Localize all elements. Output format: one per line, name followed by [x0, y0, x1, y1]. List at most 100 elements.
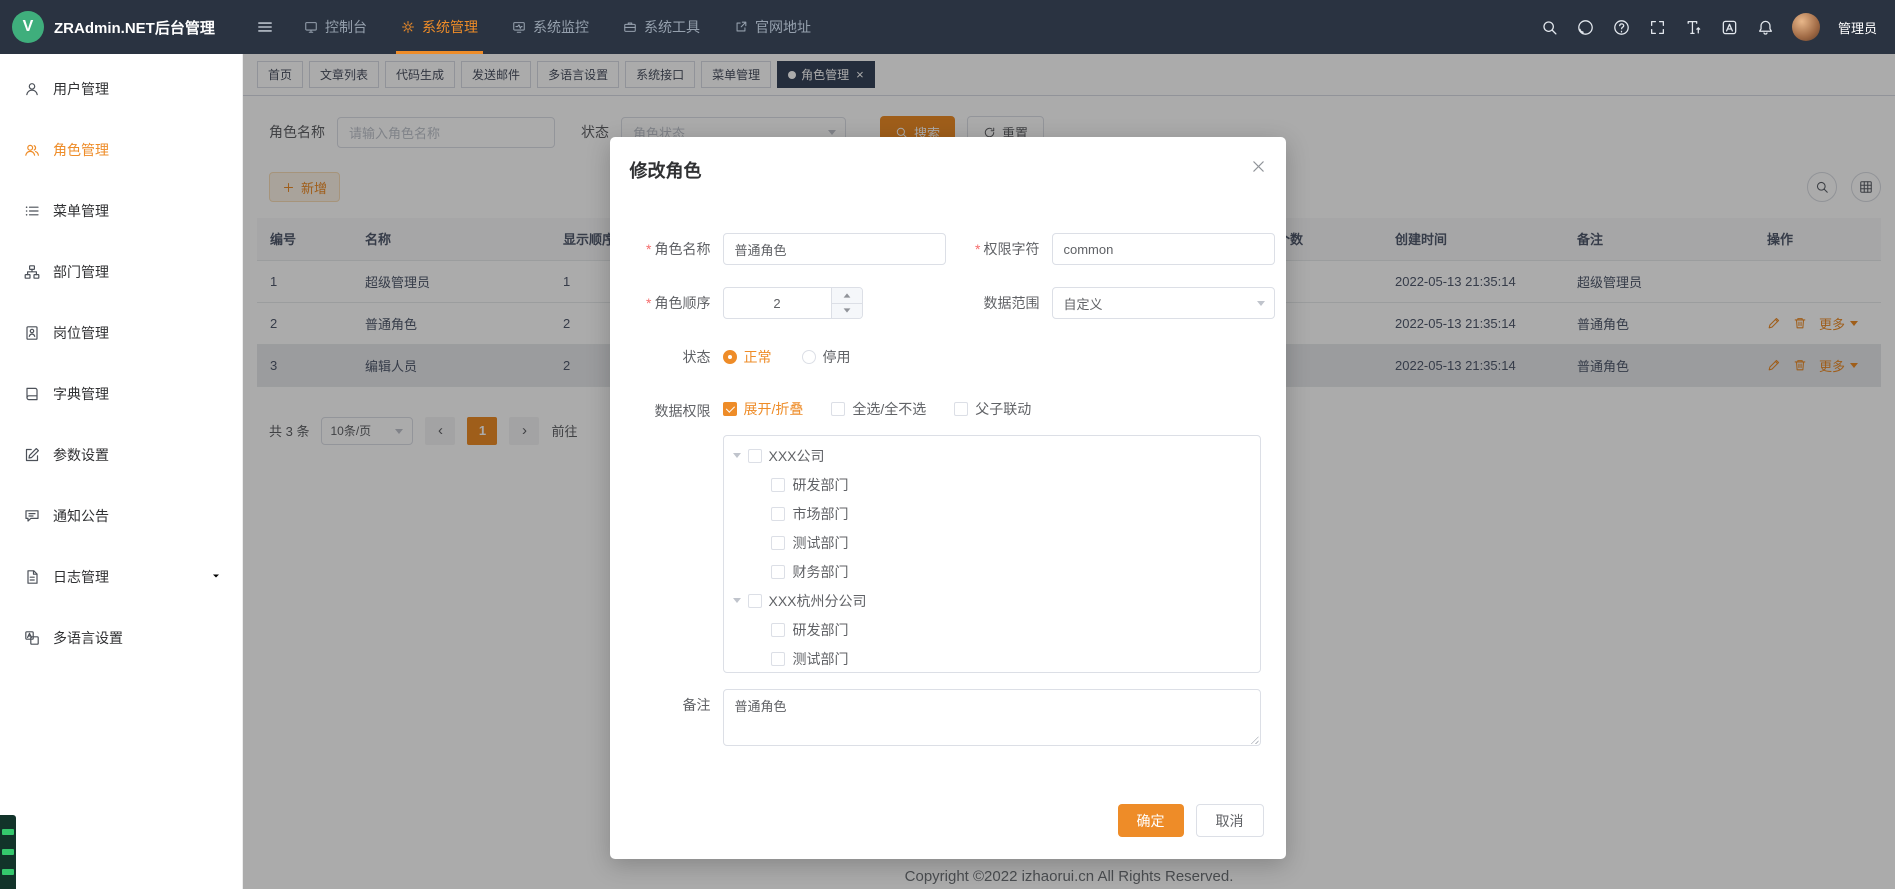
data-perm-label: 数据权限 — [610, 395, 723, 427]
sidebar-item-4[interactable]: 岗位管理 — [0, 302, 242, 363]
status-radio-group: 正常 停用 — [723, 341, 851, 373]
fullscreen-icon[interactable] — [1649, 19, 1666, 36]
external-link-icon — [734, 20, 748, 34]
data-scope-label: 数据范围 — [948, 287, 1052, 319]
bell-icon[interactable] — [1757, 19, 1774, 36]
corner-widget — [0, 815, 16, 889]
stepper-down-button[interactable] — [832, 304, 862, 319]
sidebar-item-5[interactable]: 字典管理 — [0, 363, 242, 424]
chevron-down-icon — [210, 569, 222, 585]
tree-node-child[interactable]: 研发部门 — [724, 470, 1260, 499]
data-scope-select[interactable]: 自定义 — [1052, 287, 1275, 319]
remark-textarea[interactable]: 普通角色 — [723, 689, 1261, 746]
tree-node[interactable]: XXX公司 — [724, 441, 1260, 470]
tree-node-child[interactable]: 财务部门 — [724, 557, 1260, 586]
checkbox-icon — [831, 402, 845, 416]
sidebar-item-8[interactable]: 日志管理 — [0, 546, 242, 607]
avatar[interactable] — [1792, 13, 1820, 41]
remark-label: 备注 — [610, 689, 723, 746]
stepper-controls — [831, 288, 862, 318]
tree-node-child[interactable]: 测试部门 — [724, 644, 1260, 673]
sidebar-item-7[interactable]: 通知公告 — [0, 485, 242, 546]
dialog-role-name-input[interactable]: 普通角色 — [723, 233, 946, 265]
edit-role-dialog: 修改角色 *角色名称 普通角色 *权限字符 common *角色顺序 2 — [610, 137, 1286, 859]
cancel-button[interactable]: 取消 — [1196, 804, 1264, 837]
radio-icon — [723, 350, 737, 364]
nav-item-1[interactable]: 系统管理 — [384, 0, 495, 54]
sidebar-item-1[interactable]: 角色管理 — [0, 119, 242, 180]
font-size-icon[interactable] — [1685, 19, 1702, 36]
user-name[interactable]: 管理员 — [1838, 18, 1877, 37]
tree-node-child[interactable]: 测试部门 — [724, 528, 1260, 557]
dialog-close-icon[interactable] — [1251, 159, 1266, 174]
data-perm-options: 展开/折叠 全选/全不选 父子联动 — [723, 395, 1032, 423]
dialog-header: 修改角色 — [610, 137, 1286, 183]
dept-tree: XXX公司研发部门市场部门测试部门财务部门XXX杭州分公司研发部门测试部门 — [723, 435, 1261, 673]
stepper-up-button[interactable] — [832, 288, 862, 304]
checkbox-icon[interactable] — [748, 449, 762, 463]
checkbox-icon[interactable] — [771, 507, 785, 521]
tree-node[interactable]: XXX杭州分公司 — [724, 586, 1260, 615]
sidebar-toggle-button[interactable] — [243, 0, 287, 54]
nav-item-4[interactable]: 官网地址 — [717, 0, 828, 54]
hamburger-icon — [256, 18, 274, 36]
translate-icon — [24, 630, 40, 646]
checkbox-icon — [723, 402, 737, 416]
role-order-stepper[interactable]: 2 — [723, 287, 863, 319]
sidebar-item-3[interactable]: 部门管理 — [0, 241, 242, 302]
caret-down-icon[interactable] — [733, 598, 741, 603]
sidebar-item-9[interactable]: 多语言设置 — [0, 607, 242, 668]
app-title: ZRAdmin.NET后台管理 — [54, 17, 215, 38]
chat-icon — [24, 508, 40, 524]
chevron-down-icon — [1257, 301, 1265, 306]
monitor-icon — [304, 20, 318, 34]
checkbox-icon[interactable] — [771, 536, 785, 550]
perm-checkbox-2[interactable]: 父子联动 — [954, 399, 1031, 419]
checkbox-icon[interactable] — [771, 652, 785, 666]
checkbox-icon[interactable] — [771, 565, 785, 579]
perm-checkbox-1[interactable]: 全选/全不选 — [831, 399, 926, 419]
caret-down-icon[interactable] — [733, 453, 741, 458]
checkbox-icon[interactable] — [771, 623, 785, 637]
header-actions: 管理员 — [1541, 13, 1895, 41]
chevron-up-icon — [843, 293, 850, 297]
checkbox-icon[interactable] — [771, 478, 785, 492]
top-nav: 控制台系统管理系统监控系统工具官网地址 — [287, 0, 828, 54]
logo-icon: V — [12, 11, 44, 43]
radio-icon — [802, 350, 816, 364]
sidebar-item-2[interactable]: 菜单管理 — [0, 180, 242, 241]
language-icon[interactable] — [1721, 19, 1738, 36]
search-icon[interactable] — [1541, 19, 1558, 36]
top-header: V ZRAdmin.NET后台管理 控制台系统管理系统监控系统工具官网地址 管理… — [0, 0, 1895, 54]
nav-item-2[interactable]: 系统监控 — [495, 0, 606, 54]
question-icon[interactable] — [1613, 19, 1630, 36]
checkbox-icon — [954, 402, 968, 416]
sidebar-item-0[interactable]: 用户管理 — [0, 58, 242, 119]
doc-icon — [24, 569, 40, 585]
dialog-footer: 确定 取消 — [610, 804, 1286, 859]
app-logo[interactable]: V ZRAdmin.NET后台管理 — [0, 0, 243, 54]
sidebar-item-6[interactable]: 参数设置 — [0, 424, 242, 485]
checkbox-icon[interactable] — [748, 594, 762, 608]
nav-item-0[interactable]: 控制台 — [287, 0, 384, 54]
tools-icon — [623, 20, 637, 34]
monitor-pulse-icon — [512, 20, 526, 34]
header-icon-group — [1541, 19, 1774, 36]
status-radio-1[interactable]: 停用 — [802, 347, 851, 367]
dialog-perm-char-input[interactable]: common — [1052, 233, 1275, 265]
status-label: 状态 — [610, 341, 723, 373]
perm-checkbox-0[interactable]: 展开/折叠 — [723, 399, 804, 419]
chevron-down-icon — [843, 309, 850, 313]
github-icon[interactable] — [1577, 19, 1594, 36]
tree-node-child[interactable]: 研发部门 — [724, 615, 1260, 644]
badge-icon — [24, 325, 40, 341]
status-radio-0[interactable]: 正常 — [723, 347, 772, 367]
nav-item-3[interactable]: 系统工具 — [606, 0, 717, 54]
perm-char-label: *权限字符 — [948, 233, 1052, 265]
user-icon — [24, 81, 40, 97]
list-icon — [24, 203, 40, 219]
dialog-title: 修改角色 — [630, 157, 702, 183]
tree-node-child[interactable]: 市场部门 — [724, 499, 1260, 528]
confirm-button[interactable]: 确定 — [1118, 804, 1184, 837]
book-icon — [24, 386, 40, 402]
